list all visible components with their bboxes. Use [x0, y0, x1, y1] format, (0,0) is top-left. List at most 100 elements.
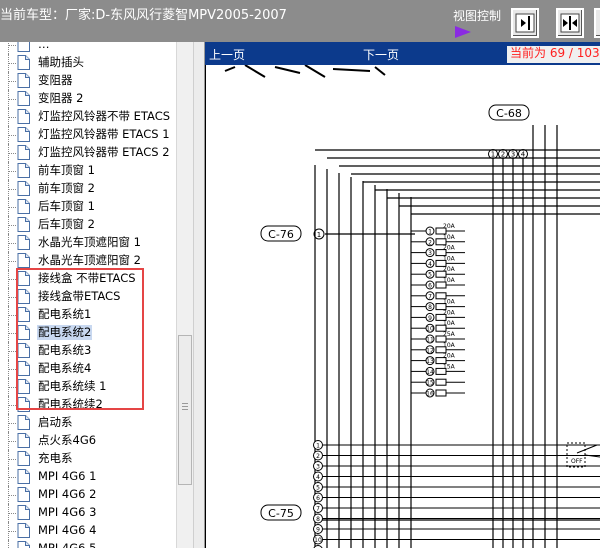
tree-connector	[8, 108, 16, 126]
tree-connector	[8, 342, 16, 360]
fuse-number: 2	[428, 239, 432, 246]
tree-item[interactable]: 灯监控风铃器带 ETACS 1	[0, 126, 176, 144]
fuse-rating: 25A	[443, 331, 456, 338]
fuse-number: 8	[428, 304, 432, 311]
tree-item[interactable]: 水晶光车顶遮阳窗 1	[0, 234, 176, 252]
tree-connector	[8, 270, 16, 288]
fuse-symbol	[435, 378, 447, 386]
fuse-number: 13	[426, 358, 434, 365]
play-icon[interactable]	[455, 26, 471, 38]
expand-panel-button[interactable]	[594, 8, 600, 38]
tree-item[interactable]: 前车顶窗 2	[0, 180, 176, 198]
tree-item[interactable]: 灯监控风铃器带 ETACS 2	[0, 144, 176, 162]
document-icon	[17, 181, 30, 196]
panel-right-arrow-icon	[515, 13, 535, 33]
tree-item[interactable]: 灯监控风铃器不带 ETACS	[0, 108, 176, 126]
fuse-number: 12	[426, 347, 434, 354]
panel-splitter[interactable]	[193, 42, 205, 548]
document-icon	[17, 433, 30, 448]
pin-label: 3	[511, 151, 515, 159]
document-viewer: 上一页 下一页 当前为 69 / 103 C-68 1234 C-76 1 12…	[205, 42, 600, 548]
tree-item[interactable]: …	[0, 42, 176, 54]
fuse-number: 14	[426, 369, 434, 376]
tree-connector	[8, 126, 16, 144]
fuse-rating: 20A	[443, 266, 456, 273]
fuse-number: 10	[426, 326, 434, 333]
tree-item[interactable]: MPI 4G6 3	[0, 504, 176, 522]
tree-item[interactable]: MPI 4G6 5	[0, 540, 176, 548]
tree-connector	[8, 198, 16, 216]
tree-item-label: 灯监控风铃器带 ETACS 1	[38, 127, 170, 141]
tree-item[interactable]: 充电系	[0, 450, 176, 468]
fuse-number: 6	[428, 283, 432, 290]
tree-item[interactable]: 变阻器	[0, 72, 176, 90]
tree-item-label: 灯监控风铃器带 ETACS 2	[38, 145, 170, 159]
document-icon	[17, 541, 30, 548]
tree-connector	[8, 216, 16, 234]
title-bar: 当前车型：厂家:D-东风风行菱智MPV2005-2007 视图控制	[0, 0, 600, 42]
scrollbar-thumb[interactable]	[178, 335, 192, 485]
fuse-symbol	[435, 389, 447, 397]
tree-connector	[8, 162, 16, 180]
document-icon	[17, 487, 30, 502]
tree-connector	[8, 42, 16, 54]
document-icon	[17, 235, 30, 250]
document-icon	[17, 73, 30, 88]
fuse-rating: 10A	[443, 255, 456, 262]
pin-label-c76-1: 1	[317, 231, 321, 239]
highlight-box	[16, 268, 144, 410]
tree-connector	[8, 360, 16, 378]
vehicle-model-title: 当前车型：厂家:D-东风风行菱智MPV2005-2007	[0, 8, 287, 23]
tree-item[interactable]: MPI 4G6 1	[0, 468, 176, 486]
tree-item-label: MPI 4G6 3	[38, 505, 97, 519]
tree-item[interactable]: 前车顶窗 1	[0, 162, 176, 180]
tree-item[interactable]: MPI 4G6 4	[0, 522, 176, 540]
document-icon	[17, 523, 30, 538]
fuse-rating: 20A	[443, 353, 456, 360]
tree-connector	[8, 72, 16, 90]
fuse-number: 11	[426, 337, 434, 344]
pin-label: 4	[521, 151, 526, 159]
grip-icon	[182, 403, 188, 412]
switch-off-label: OFF	[571, 458, 583, 465]
tree-connector	[8, 378, 16, 396]
pin-label: 8	[316, 516, 320, 523]
document-icon	[17, 163, 30, 178]
pin-label: 9	[316, 527, 320, 534]
tree-connector	[8, 54, 16, 72]
page-status: 当前为 69 / 103	[507, 46, 600, 63]
tree-item[interactable]: 后车顶窗 1	[0, 198, 176, 216]
prev-page-link[interactable]: 上一页	[209, 46, 245, 63]
tree-item[interactable]: 辅助插头	[0, 54, 176, 72]
connector-c68-label: C-68	[496, 107, 522, 120]
tree-item[interactable]: 后车顶窗 2	[0, 216, 176, 234]
document-icon	[17, 127, 30, 142]
pin-label: 2	[316, 453, 320, 460]
tree-connector	[8, 468, 16, 486]
tree-scrollbar[interactable]	[176, 42, 193, 548]
tree-item-label: MPI 4G6 2	[38, 487, 97, 501]
tree-connector	[8, 522, 16, 540]
tree-connector	[8, 252, 16, 270]
next-page-link[interactable]: 下一页	[363, 46, 399, 63]
fuse-rating: 20A	[443, 245, 456, 252]
tree-item[interactable]: 启动系	[0, 414, 176, 432]
split-arrows-icon	[560, 13, 580, 33]
tree-item[interactable]: 变阻器 2	[0, 90, 176, 108]
fuse-number: 4	[428, 261, 432, 268]
tree-connector	[8, 540, 16, 548]
pin-label: 6	[316, 495, 320, 502]
tree-item[interactable]: MPI 4G6 2	[0, 486, 176, 504]
pin-label: 4	[316, 474, 320, 481]
tree-item[interactable]: 点火系4G6	[0, 432, 176, 450]
tree-connector	[8, 324, 16, 342]
tree-item-label: MPI 4G6 1	[38, 469, 97, 483]
fuse-rating: 20A	[443, 309, 456, 316]
collapse-panel-button[interactable]	[511, 8, 539, 38]
document-icon	[17, 217, 30, 232]
tree-item-label: 前车顶窗 2	[38, 181, 95, 195]
split-view-button[interactable]	[556, 8, 584, 38]
fuse-rating: 10A	[443, 299, 456, 306]
document-icon	[17, 469, 30, 484]
tree-connector	[8, 450, 16, 468]
